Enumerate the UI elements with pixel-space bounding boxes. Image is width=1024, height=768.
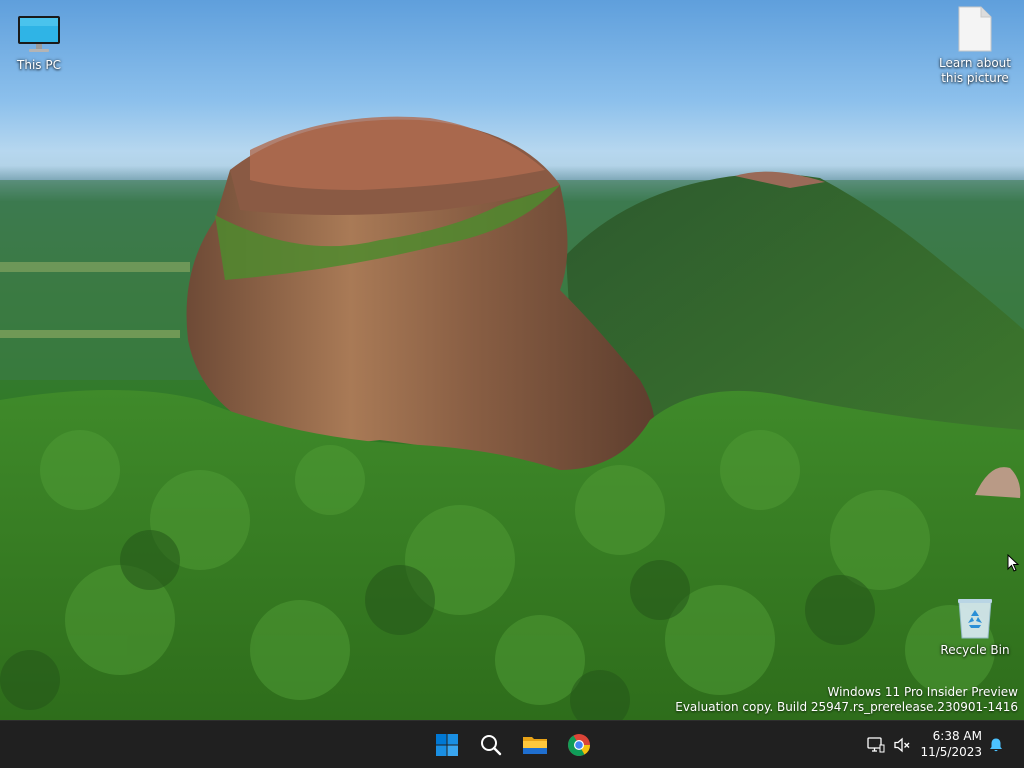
mouse-cursor-icon [1007, 553, 1020, 576]
desktop-icon-label: Recycle Bin [940, 643, 1010, 657]
windows-start-icon [436, 734, 458, 756]
volume-muted-icon[interactable] [892, 735, 912, 755]
desktop-icon-this-pc[interactable]: This PC [1, 10, 77, 73]
search-button[interactable] [471, 725, 511, 765]
desktop-icon-label: This PC [17, 58, 61, 72]
file-explorer-button[interactable] [515, 725, 555, 765]
folder-icon [523, 737, 547, 754]
desktop-icon-label-line1: Learn about [939, 56, 1011, 70]
search-icon [481, 735, 502, 756]
start-button[interactable] [427, 725, 467, 765]
chrome-button[interactable] [559, 725, 599, 765]
network-icon[interactable] [866, 735, 886, 755]
wallpaper-image [0, 116, 1024, 720]
taskbar: 6:38 AM 11/5/2023 [0, 720, 1024, 768]
monitor-icon [15, 10, 63, 54]
recycle-bin-icon [951, 597, 999, 639]
notification-bell-icon[interactable] [986, 735, 1006, 755]
document-icon [951, 6, 999, 52]
watermark-line1: Windows 11 Pro Insider Preview [827, 685, 1018, 699]
watermark-line2: Evaluation copy. Build 25947.rs_prerelea… [675, 700, 1018, 714]
desktop-icon-learn-about-picture[interactable]: Learn about this picture [937, 6, 1013, 86]
desktop-icon-label-line2: this picture [941, 71, 1009, 85]
taskbar-clock[interactable]: 6:38 AM 11/5/2023 [920, 728, 982, 760]
clock-time: 6:38 AM [932, 729, 982, 743]
clock-date: 11/5/2023 [920, 745, 982, 759]
desktop-wallpaper[interactable]: This PC Learn about this picture Recycle… [0, 0, 1024, 720]
desktop-icon-recycle-bin[interactable]: Recycle Bin [937, 597, 1013, 658]
windows-evaluation-watermark: Windows 11 Pro Insider Preview Evaluatio… [675, 685, 1018, 715]
chrome-icon [568, 734, 590, 756]
